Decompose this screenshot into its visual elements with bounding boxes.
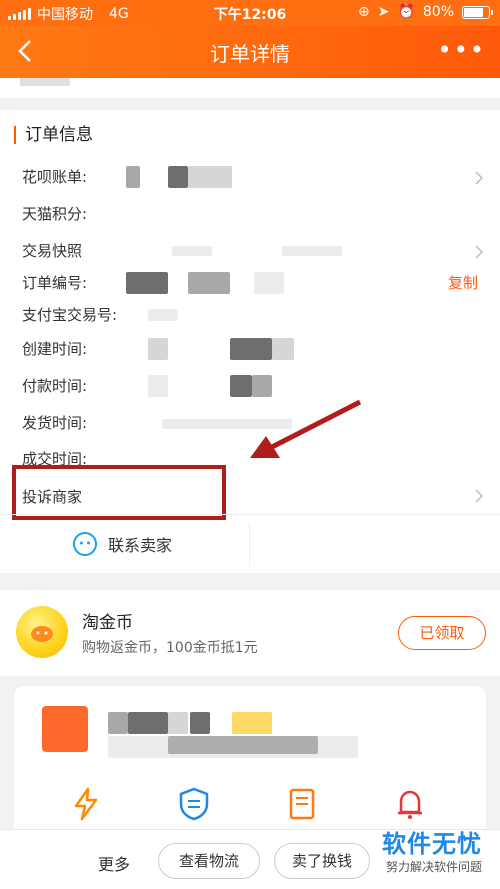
watermark: 软件无忧 努力解决软件问题	[382, 830, 482, 875]
claimed-button[interactable]: 已领取	[398, 616, 486, 650]
watermark-subtitle: 努力解决软件问题	[385, 860, 482, 874]
status-bar: 中国移动 4G 下午12:06 ⊕ ➤ ⏰ 80%	[0, 0, 500, 26]
contact-seller-label: 联系卖家	[108, 536, 173, 555]
more-link[interactable]: 更多	[98, 851, 130, 875]
rotation-lock-icon: ⊕	[357, 4, 370, 20]
taobao-coin-card: 淘金币 购物返金币，100金币抵1元 已领取	[0, 590, 500, 676]
divider	[249, 523, 250, 567]
contact-seller-button[interactable]: 联系卖家	[72, 531, 172, 557]
more-options-icon[interactable]: •••	[438, 38, 486, 62]
location-icon: ➤	[377, 4, 390, 20]
nav-bar: 订单详情 •••	[0, 26, 500, 78]
coin-title: 淘金币	[82, 613, 133, 633]
battery-icon	[462, 5, 493, 19]
previous-section-edge	[0, 78, 500, 98]
page-title: 订单详情	[210, 42, 290, 66]
lightning-icon[interactable]	[68, 786, 104, 822]
contact-area: 联系卖家	[0, 514, 500, 573]
ticket-icon[interactable]	[284, 786, 320, 822]
gold-coin-icon	[16, 606, 68, 658]
battery-percent: 80%	[422, 4, 454, 20]
chat-face-icon	[73, 532, 97, 556]
watermark-title: 软件无忧	[382, 830, 482, 858]
bell-icon[interactable]	[392, 786, 428, 822]
alarm-icon: ⏰	[397, 4, 415, 20]
promo-card	[14, 686, 486, 846]
view-logistics-button[interactable]: 查看物流	[158, 843, 260, 879]
sell-shield-icon[interactable]	[176, 786, 212, 822]
coin-description: 购物返金币，100金币抵1元	[82, 640, 258, 656]
promo-image	[42, 706, 88, 752]
order-info-card: 订单信息 花呗账单: 天猫积分: 交易快照 订单编号: 复制 支付宝交易号: 创…	[0, 110, 500, 573]
resell-button[interactable]: 卖了换钱	[274, 843, 370, 879]
annotation-arrow-icon	[250, 399, 362, 458]
